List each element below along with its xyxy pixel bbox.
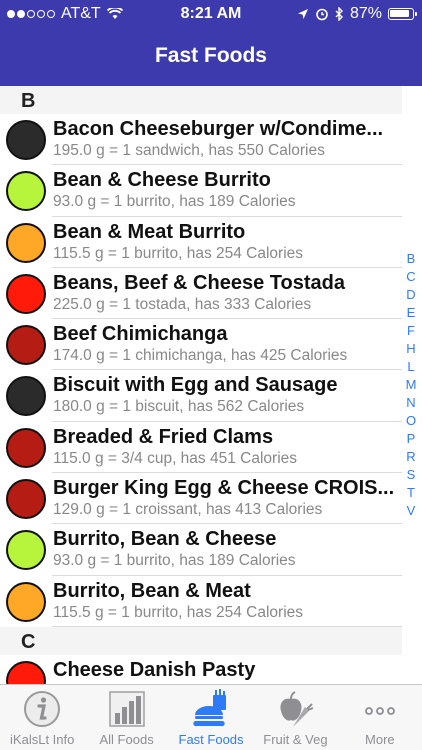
bar-chart-icon: [108, 691, 145, 727]
food-list[interactable]: B Bacon Cheeseburger w/Condime... 195.0 …: [0, 86, 402, 707]
bluetooth-icon: [335, 7, 343, 21]
tab-all-foods[interactable]: All Foods: [84, 685, 168, 750]
list-item[interactable]: Biscuit with Egg and Sausage 180.0 g = 1…: [0, 370, 402, 423]
list-item[interactable]: Bean & Cheese Burrito 93.0 g = 1 burrito…: [0, 165, 402, 217]
navigation-header: AT&T 8:21 AM 87% Fast Foods: [0, 0, 422, 86]
index-letter[interactable]: B: [407, 250, 416, 268]
food-name: Bacon Cheeseburger w/Condime...: [53, 118, 384, 140]
food-detail: 93.0 g = 1 burrito, has 189 Calories: [53, 552, 296, 570]
food-name: Bean & Meat Burrito: [53, 220, 246, 243]
tab-bar: iKalsLt Info All Foods Fast Foods Fruit …: [0, 684, 422, 750]
food-detail: 115.0 g = 3/4 cup, has 451 Calories: [53, 449, 298, 467]
list-item[interactable]: Beans, Beef & Cheese Tostada 225.0 g = 1…: [0, 267, 402, 320]
food-name: Breaded & Fried Clams: [53, 425, 274, 448]
food-name: Burrito, Bean & Cheese: [53, 528, 277, 551]
tab-fast-foods[interactable]: Fast Foods: [169, 685, 253, 750]
location-arrow-icon: [297, 9, 308, 19]
food-detail: 225.0 g = 1 tostada, has 333 Calories: [53, 295, 312, 313]
more-dots-icon: [364, 707, 395, 715]
tab-label: More: [365, 732, 395, 747]
tab-label: All Foods: [99, 732, 154, 747]
calorie-rating-dot: [6, 581, 46, 622]
food-detail: 195.0 g = 1 sandwich, has 550 Calories: [53, 142, 325, 159]
food-name: Burrito, Bean & Meat: [53, 579, 251, 602]
list-item[interactable]: Burrito, Bean & Meat 115.5 g = 1 burrito…: [0, 575, 402, 628]
list-item[interactable]: Bean & Meat Burrito 115.5 g = 1 burrito,…: [0, 216, 402, 269]
calorie-rating-dot: [6, 120, 46, 160]
food-detail: 93.0 g = 1 burrito, has 189 Calories: [53, 193, 296, 211]
index-letter[interactable]: C: [406, 268, 415, 286]
index-letter[interactable]: T: [407, 484, 415, 502]
tab-ikalslt-info[interactable]: iKalsLt Info: [0, 685, 84, 750]
food-name: Bean & Cheese Burrito: [53, 169, 271, 192]
list-item[interactable]: Breaded & Fried Clams 115.0 g = 3/4 cup,…: [0, 421, 402, 474]
section-index[interactable]: BCDEFHLMNOPRSTV: [403, 250, 419, 520]
food-name: Burger King Egg & Cheese CROIS...: [53, 477, 395, 500]
tab-label: Fruit & Veg: [263, 732, 328, 747]
section-header-b: B: [0, 86, 402, 114]
calorie-rating-dot: [6, 171, 46, 212]
index-letter[interactable]: R: [406, 448, 415, 466]
food-detail: 129.0 g = 1 croissant, has 413 Calories: [53, 501, 323, 519]
index-letter[interactable]: F: [407, 322, 415, 340]
food-detail: 115.5 g = 1 burrito, has 254 Calories: [53, 244, 304, 262]
info-icon: [24, 691, 61, 727]
index-letter[interactable]: S: [407, 466, 416, 484]
index-letter[interactable]: N: [406, 394, 415, 412]
status-bar: AT&T 8:21 AM 87%: [0, 0, 422, 30]
index-letter[interactable]: V: [407, 502, 416, 520]
tab-more[interactable]: More: [338, 685, 422, 750]
apple-carrot-icon: [280, 691, 314, 727]
calorie-rating-dot: [6, 325, 46, 366]
food-detail: 115.5 g = 1 burrito, has 254 Calories: [53, 603, 304, 621]
calorie-rating-dot: [6, 376, 46, 417]
list-item[interactable]: Burrito, Bean & Cheese 93.0 g = 1 burrit…: [0, 524, 402, 576]
index-letter[interactable]: H: [406, 340, 415, 358]
section-header-c: C: [0, 626, 402, 655]
food-name: Biscuit with Egg and Sausage: [53, 374, 338, 397]
alarm-icon: [316, 8, 328, 21]
battery-icon: [388, 8, 417, 20]
burger-fries-icon: [193, 689, 227, 727]
calorie-rating-dot: [6, 530, 46, 571]
food-name: Cheese Danish Pasty: [53, 658, 256, 681]
food-detail: 174.0 g = 1 chimichanga, has 425 Calorie…: [53, 347, 348, 365]
calorie-rating-dot: [6, 427, 46, 468]
index-letter[interactable]: L: [407, 358, 414, 376]
list-item[interactable]: Burger King Egg & Cheese CROIS... 129.0 …: [0, 473, 402, 525]
index-letter[interactable]: D: [406, 286, 415, 304]
page-title: Fast Foods: [154, 44, 267, 67]
tab-fruit-veg[interactable]: Fruit & Veg: [253, 685, 337, 750]
food-detail: 180.0 g = 1 biscuit, has 562 Calories: [53, 398, 305, 416]
food-name: Beans, Beef & Cheese Tostada: [53, 271, 345, 294]
tab-label: iKalsLt Info: [10, 732, 75, 747]
calorie-rating-dot: [6, 222, 46, 263]
battery-percent: 87%: [349, 5, 382, 22]
calorie-rating-dot: [6, 273, 46, 314]
food-name: Beef Chimichanga: [53, 323, 228, 346]
index-letter[interactable]: E: [407, 304, 416, 322]
index-letter[interactable]: O: [406, 412, 416, 430]
calorie-rating-dot: [6, 479, 46, 520]
index-letter[interactable]: P: [407, 430, 416, 448]
list-item[interactable]: Beef Chimichanga 174.0 g = 1 chimichanga…: [0, 319, 402, 371]
list-item[interactable]: Bacon Cheeseburger w/Condime... 195.0 g …: [0, 114, 402, 166]
tab-label: Fast Foods: [178, 732, 244, 747]
index-letter[interactable]: M: [406, 376, 417, 394]
